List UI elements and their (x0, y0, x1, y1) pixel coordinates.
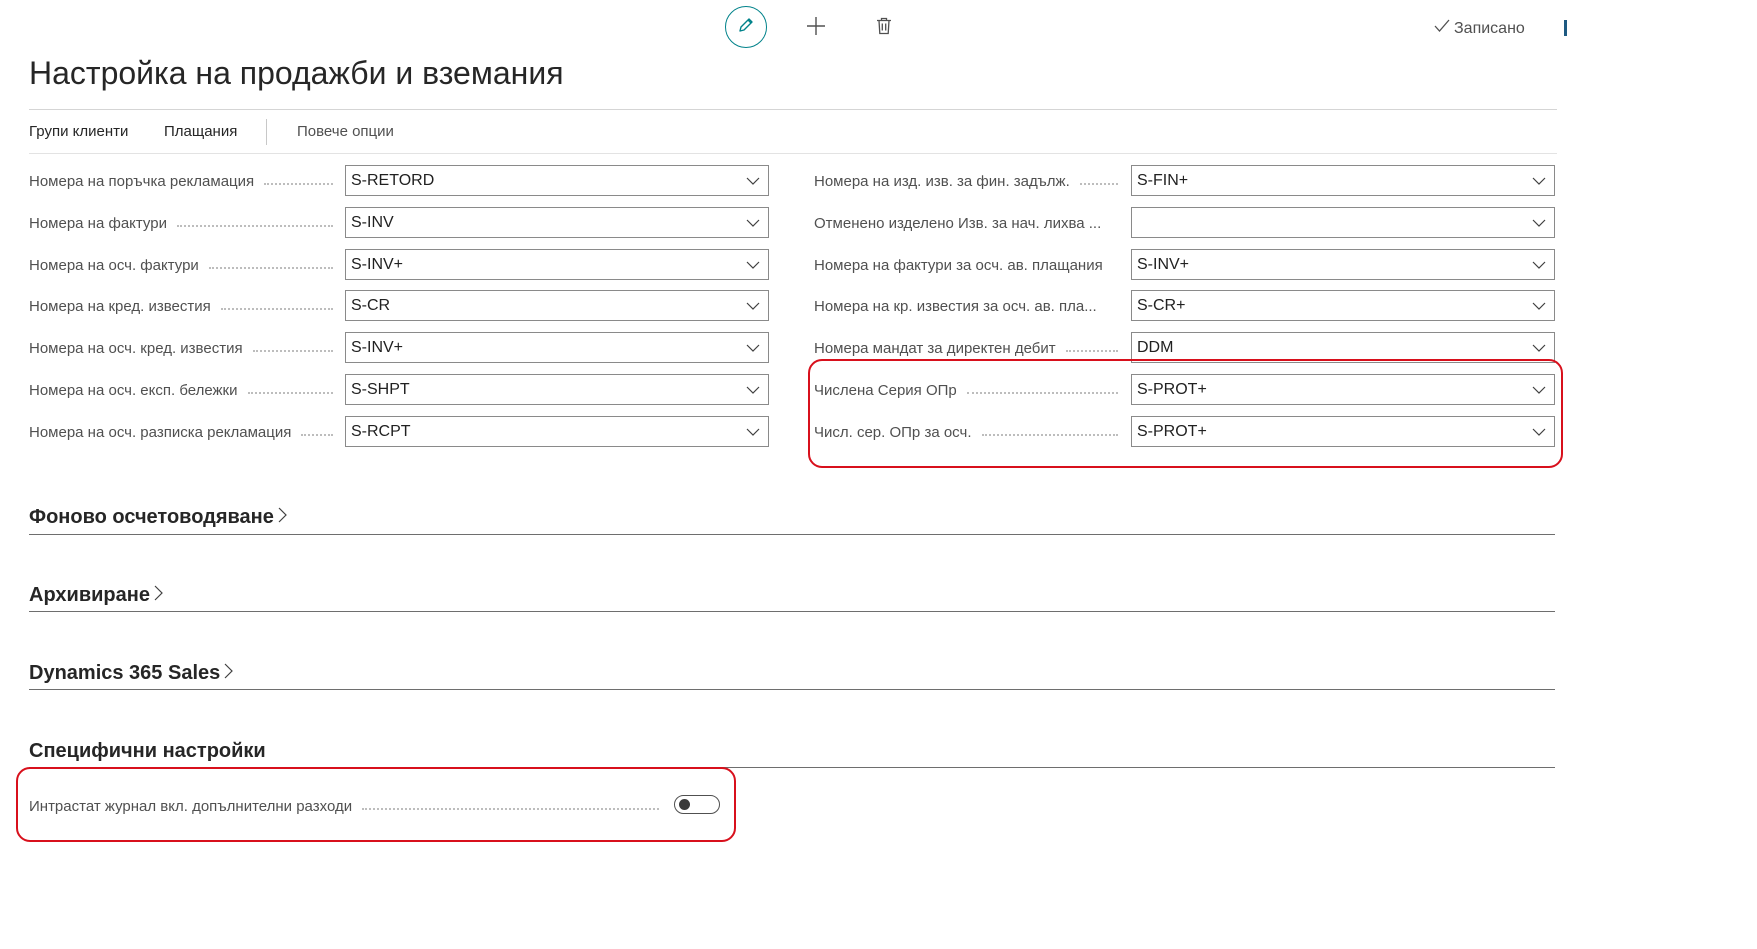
chevron-down-icon (1524, 290, 1554, 321)
chevron-down-icon (738, 207, 768, 238)
field-label-fin-charge-memo-nos: Номера на изд. изв. за фин. задълж. (814, 171, 1128, 191)
field-label-return-order-nos: Номера на поръчка рекламация (29, 171, 343, 191)
action-separator (266, 119, 267, 145)
chevron-down-icon (1524, 165, 1554, 196)
section-background-posting[interactable]: Фоново осчетоводяване (29, 506, 287, 529)
section-divider (29, 689, 1555, 690)
action-bar-divider (29, 153, 1557, 154)
chevron-down-icon (738, 165, 768, 196)
chevron-down-icon (738, 416, 768, 447)
chevron-down-icon (1524, 207, 1554, 238)
page-title: Настройка на продажби и вземания (29, 55, 564, 91)
posted-credit-memo-nos-field[interactable]: S-INV+ (345, 332, 769, 363)
posted-invoice-nos-field[interactable]: S-INV+ (345, 249, 769, 280)
title-divider (29, 109, 1557, 110)
field-label-credit-memo-nos: Номера на кред. известия (29, 296, 343, 316)
return-order-nos-field[interactable]: S-RETORD (345, 165, 769, 196)
prepayment-credit-memo-nos-field[interactable]: S-CR+ (1131, 290, 1555, 321)
new-button[interactable] (800, 10, 832, 46)
chevron-right-icon (224, 662, 234, 685)
chevron-down-icon (738, 374, 768, 405)
field-label-posted-return-receipt-nos: Номера на осч. разписка рекламация (29, 422, 343, 442)
edit-button[interactable] (725, 6, 767, 48)
action-more-options[interactable]: Повече опции (297, 123, 394, 140)
highlight-intrastat-toggle (16, 767, 736, 842)
field-label-direct-debit-mandate-nos: Номера мандат за директен дебит (814, 338, 1128, 358)
chevron-right-icon (278, 506, 287, 529)
fin-charge-memo-nos-field[interactable]: S-FIN+ (1131, 165, 1555, 196)
action-payments[interactable]: Плащания (164, 123, 237, 140)
field-label-prepayment-credit-memo-nos: Номера на кр. известия за осч. ав. пла..… (814, 297, 1097, 315)
prepayment-invoice-nos-field[interactable]: S-INV+ (1131, 249, 1555, 280)
invoice-nos-field[interactable]: S-INV (345, 207, 769, 238)
posted-shipment-nos-field[interactable]: S-SHPT (345, 374, 769, 405)
section-dynamics-sales[interactable]: Dynamics 365 Sales (29, 662, 234, 685)
chevron-down-icon (1524, 249, 1554, 280)
field-label-posted-invoice-nos: Номера на осч. фактури (29, 255, 343, 275)
posted-return-receipt-nos-field[interactable]: S-RCPT (345, 416, 769, 447)
pane-edge-marker (1564, 20, 1567, 36)
field-label-prepayment-invoice-nos: Номера на фактури за осч. ав. плащания (814, 256, 1103, 274)
section-archiving[interactable]: Архивиране (29, 584, 163, 607)
canceled-interest-memo-nos-field[interactable] (1131, 207, 1555, 238)
highlight-protocol-fields (808, 359, 1563, 468)
action-customer-groups[interactable]: Групи клиенти (29, 123, 128, 140)
delete-button[interactable] (868, 10, 900, 46)
checkmark-icon (1434, 19, 1450, 38)
chevron-down-icon (738, 332, 768, 363)
section-specific-settings[interactable]: Специфични настройки (29, 740, 266, 763)
chevron-right-icon (154, 584, 163, 607)
field-label-invoice-nos: Номера на фактури (29, 213, 343, 233)
section-divider (29, 611, 1555, 612)
field-label-posted-credit-memo-nos: Номера на осч. кред. известия (29, 338, 343, 358)
section-divider (29, 534, 1555, 535)
field-label-canceled-interest-memo-nos: Отменено изделено Изв. за нач. лихва ... (814, 214, 1102, 232)
field-label-posted-shipment-nos: Номера на осч. експ. бележки (29, 380, 343, 400)
pencil-icon (737, 16, 755, 39)
saved-label: Записано (1454, 19, 1525, 37)
trash-icon (876, 17, 892, 40)
chevron-down-icon (738, 249, 768, 280)
plus-icon (806, 16, 826, 41)
saved-status: Записано (1434, 19, 1525, 38)
chevron-down-icon (738, 290, 768, 321)
credit-memo-nos-field[interactable]: S-CR (345, 290, 769, 321)
